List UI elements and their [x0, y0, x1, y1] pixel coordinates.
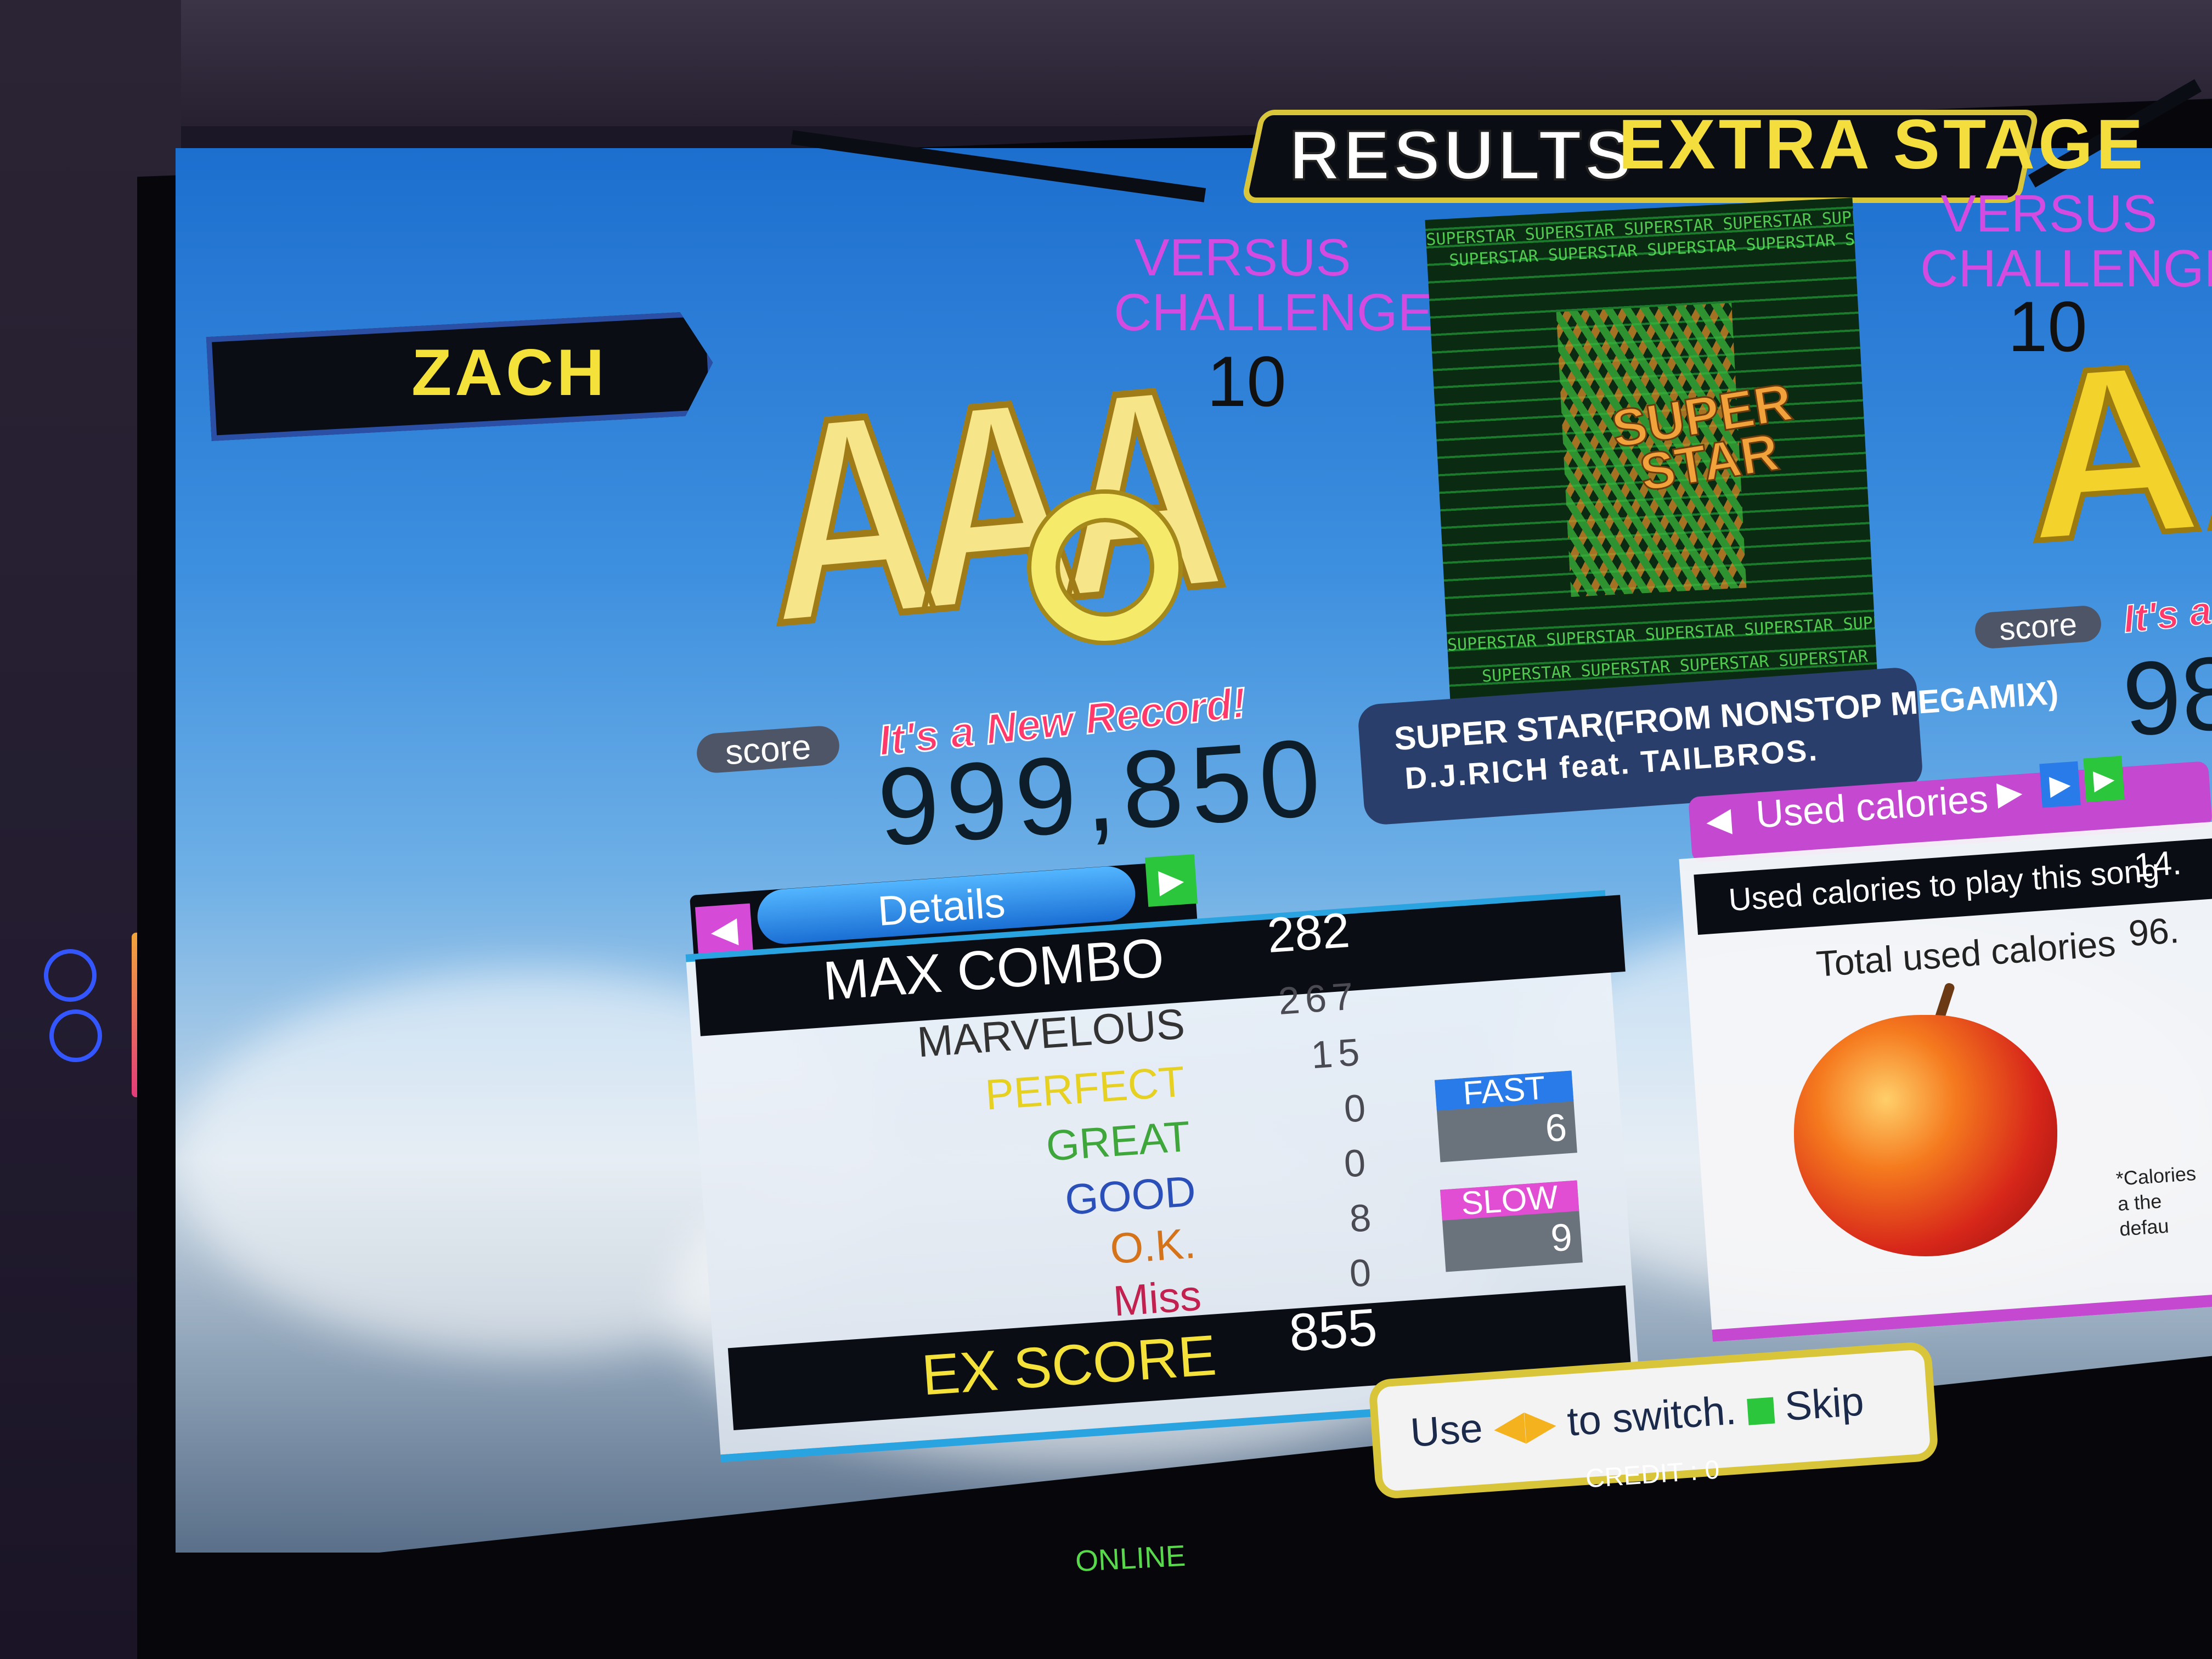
judge-ok-value: 8 [1348, 1195, 1378, 1240]
calories-prev-button[interactable]: ◀ [1705, 800, 1733, 840]
max-combo-value: 282 [1265, 902, 1352, 964]
calories-nav-green-button[interactable]: ▶ [2083, 755, 2125, 803]
led-ring-blue-2 [49, 1009, 102, 1062]
judge-marvelous-value: 267 [1277, 974, 1361, 1023]
prompt-use-label: Use [1409, 1404, 1485, 1455]
left-right-arrows-icon: ◀▶ [1492, 1400, 1558, 1450]
judge-perfect-value: 15 [1310, 1030, 1367, 1077]
led-ring-blue [44, 949, 97, 1002]
judge-good-value: 0 [1342, 1141, 1373, 1186]
slow-label: SLOW [1440, 1178, 1579, 1222]
calories-next-button[interactable]: ▶ [1996, 772, 2024, 812]
slow-value: 9 [1549, 1215, 1574, 1260]
player-name: ZACH [411, 336, 608, 409]
opponent-grade: AA [2013, 296, 2212, 595]
skip-green-square-icon [1746, 1397, 1775, 1426]
calories-total-value: 96. [2127, 909, 2181, 954]
header-results-label: RESULTS [1288, 115, 1635, 196]
fast-value: 6 [1544, 1105, 1568, 1150]
ex-score-value: 855 [1287, 1297, 1379, 1363]
song-jacket-art: SUPERSTAR SUPERSTAR SUPERSTAR SUPERSTAR … [1425, 198, 1878, 702]
versus-challenge-label-opponent: VERSUS CHALLENGE [1920, 184, 2212, 298]
skip-button[interactable]: Skip [1784, 1378, 1865, 1429]
grade-full-combo-ring-icon [1031, 494, 1178, 641]
judge-miss-value: 0 [1348, 1250, 1378, 1295]
slow-counter: SLOW 9 [1440, 1178, 1583, 1272]
judge-great-value: 0 [1342, 1086, 1373, 1131]
details-tab-label: Details [876, 879, 1007, 935]
online-status: ONLINE [1074, 1539, 1187, 1578]
details-prev-button[interactable]: ◀ [695, 903, 754, 957]
versus-challenge-label: VERSUS CHALLENGE [1114, 228, 1433, 342]
apple-icon [1794, 1015, 2057, 1256]
details-next-button[interactable]: ▶ [1144, 854, 1198, 907]
opponent-record-label: It's a [2120, 588, 2212, 642]
versus-challenge-value: 10 [1207, 341, 1286, 421]
fast-counter: FAST 6 [1435, 1069, 1577, 1163]
jacket-text-line: SUPERSTAR SUPERSTAR SUPERSTAR SUPERSTAR … [1447, 595, 1878, 655]
calories-note: *Calories a the defau [2115, 1161, 2197, 1240]
calories-song-value: 14. [2132, 844, 2183, 885]
header-stage-label: EXTRA STAGE [1618, 105, 2147, 184]
calories-nav-blue-button[interactable]: ▶ [2039, 761, 2081, 808]
opponent-score-value: 98 [2119, 634, 2212, 759]
